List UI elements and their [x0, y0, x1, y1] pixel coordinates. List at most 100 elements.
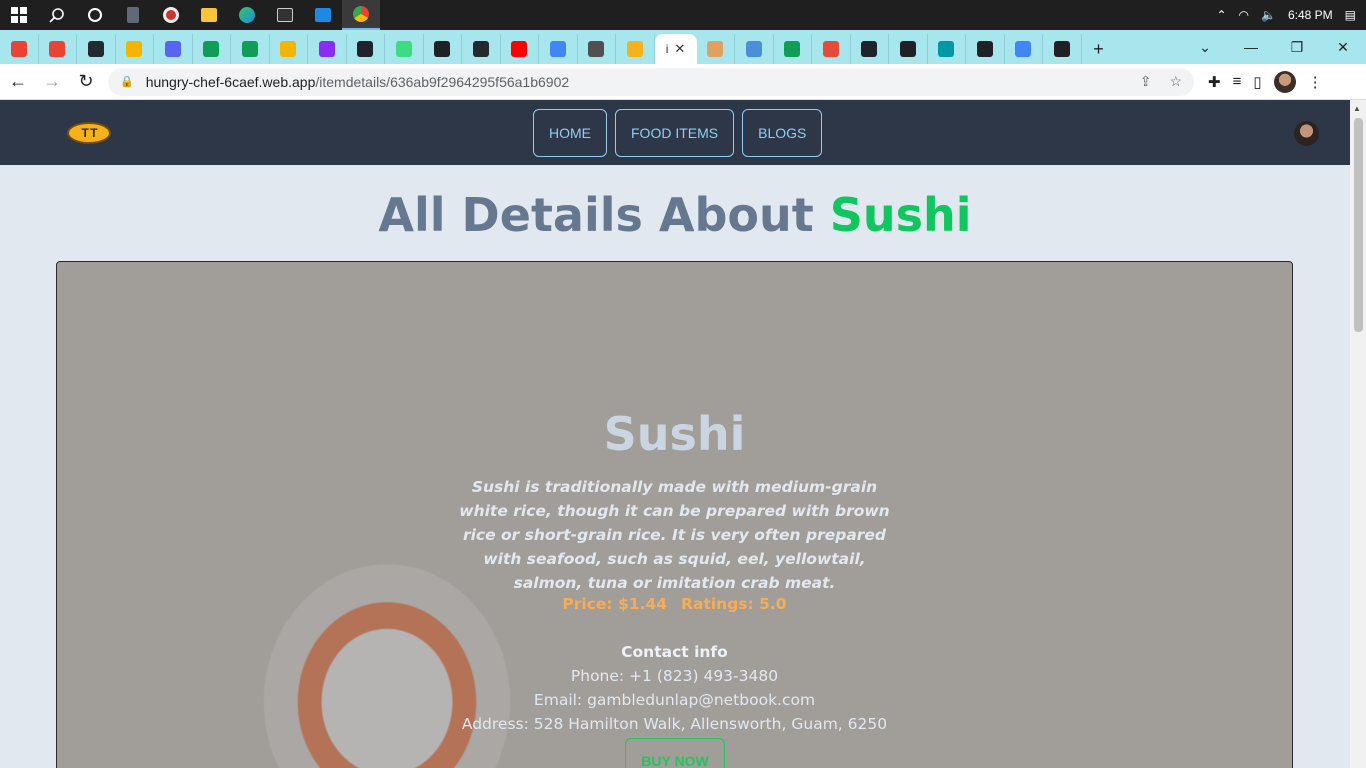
terminal-icon[interactable] — [266, 0, 304, 30]
tab-slides[interactable] — [270, 34, 308, 64]
nav-food-items-link[interactable]: FOOD ITEMS — [615, 109, 735, 157]
tab-dog[interactable] — [697, 34, 735, 64]
browser-toolbar: ← → ↻ 🔒 hungry-chef-6caef.web.app/itemde… — [0, 64, 1366, 100]
tab-google[interactable] — [1005, 34, 1043, 64]
address-bar[interactable]: 🔒 hungry-chef-6caef.web.app/itemdetails/… — [108, 67, 1194, 96]
file-explorer-icon[interactable] — [190, 0, 228, 30]
tab-diamond[interactable] — [928, 34, 966, 64]
notifications-icon[interactable]: ▤ — [1345, 8, 1356, 22]
tab-gmail[interactable] — [39, 34, 77, 64]
tab-chat[interactable] — [385, 34, 424, 64]
tab-flower[interactable] — [616, 34, 655, 64]
profile-avatar[interactable] — [1273, 70, 1296, 93]
tab-github[interactable] — [462, 34, 501, 64]
github-icon — [472, 41, 489, 57]
share-icon[interactable]: ⇪ — [1140, 73, 1152, 90]
mui-icon — [1053, 41, 1070, 57]
cortana-icon[interactable] — [76, 0, 114, 30]
sheets-icon — [203, 41, 220, 57]
page-title: All Details About Sushi — [0, 188, 1350, 242]
url-path: /itemdetails/636ab9f2964295f56a1b6902 — [315, 73, 570, 90]
tab-google[interactable] — [539, 34, 578, 64]
page-title-accent: Sushi — [829, 188, 972, 242]
tab-lwc[interactable] — [735, 34, 774, 64]
user-avatar[interactable] — [1294, 121, 1319, 146]
close-window-button[interactable]: ✕ — [1320, 30, 1366, 64]
close-tab-icon[interactable]: ✕ — [674, 41, 685, 57]
tab-globe[interactable] — [889, 34, 928, 64]
chat-icon — [395, 41, 412, 57]
reload-button[interactable]: ↻ — [70, 66, 102, 98]
back-button[interactable]: ← — [2, 66, 34, 98]
media-player-icon[interactable] — [152, 0, 190, 30]
new-tab-button[interactable]: + — [1082, 34, 1116, 64]
contact-address: Address: 528 Hamilton Walk, Allensworth,… — [461, 715, 888, 733]
reading-list-icon[interactable]: ≡ — [1233, 73, 1242, 90]
tab-sheets[interactable] — [193, 34, 231, 64]
contact-email: Email: gambledunlap@netbook.com — [533, 691, 816, 709]
site-navbar: T T HOME FOOD ITEMS BLOGS — [0, 100, 1350, 165]
tab-react[interactable] — [347, 34, 385, 64]
site-logo[interactable]: T T — [67, 122, 111, 144]
video-icon — [318, 41, 335, 57]
mui-icon — [976, 41, 993, 57]
slides-icon — [280, 41, 297, 57]
volume-icon[interactable]: 🔈 — [1261, 8, 1276, 22]
tab-video[interactable] — [308, 34, 347, 64]
scroll-up-icon[interactable]: ▲ — [1353, 104, 1361, 113]
globe-icon — [434, 41, 451, 57]
tab-academy[interactable] — [578, 34, 616, 64]
item-price: Price: $1.44 — [562, 595, 668, 613]
tab-sheets[interactable] — [231, 34, 270, 64]
flower-icon — [626, 41, 643, 57]
url-domain: hungry-chef-6caef.web.app — [145, 73, 316, 90]
side-panel-icon[interactable]: ▯ — [1253, 73, 1261, 91]
tab-active[interactable]: i ✕ — [654, 34, 697, 64]
page-scrollbar[interactable]: ▲ — [1350, 100, 1366, 768]
lwc-icon — [745, 41, 762, 57]
search-icon[interactable] — [38, 0, 76, 30]
tab-youtube[interactable] — [501, 34, 539, 64]
extensions-icon[interactable]: ✚ — [1208, 73, 1221, 91]
windows-start-icon[interactable] — [0, 0, 38, 30]
tab-slides[interactable] — [116, 34, 154, 64]
tab-discord[interactable] — [154, 34, 193, 64]
calculator-icon[interactable] — [114, 0, 152, 30]
nav-home-link[interactable]: HOME — [533, 109, 607, 157]
tab-strip: i ✕ + ⌄ — ❐ ✕ — [0, 30, 1366, 64]
tab-search-icon[interactable]: ⌄ — [1182, 30, 1228, 64]
menu-icon[interactable]: ⋮ — [1308, 73, 1323, 91]
restore-button[interactable]: ❐ — [1274, 30, 1320, 64]
nav-links: HOME FOOD ITEMS BLOGS — [533, 109, 823, 157]
tab-github[interactable] — [77, 34, 116, 64]
price-ratings-row: Price: $1.44 Ratings: 5.0 — [57, 595, 1292, 613]
react-icon — [861, 41, 878, 57]
tab-mui[interactable] — [1043, 34, 1082, 64]
bookmark-star-icon[interactable]: ☆ — [1169, 73, 1182, 90]
minimize-button[interactable]: — — [1228, 30, 1274, 64]
tab-react[interactable] — [851, 34, 889, 64]
contact-phone: Phone: +1 (823) 493-3480 — [570, 667, 779, 685]
arrow-icon — [822, 41, 839, 57]
tab-globe[interactable] — [424, 34, 462, 64]
tab-arrow[interactable] — [812, 34, 851, 64]
scrollbar-thumb[interactable] — [1354, 118, 1363, 332]
google-icon — [549, 41, 566, 57]
item-title: Sushi — [603, 407, 746, 461]
edge-icon[interactable] — [228, 0, 266, 30]
tab-mui[interactable] — [966, 34, 1005, 64]
lock-icon[interactable]: 🔒 — [120, 75, 134, 88]
clock[interactable]: 6:48 PM — [1288, 8, 1333, 22]
chrome-icon[interactable] — [342, 0, 380, 30]
github-icon — [87, 41, 104, 57]
windows-taskbar: ⌃ ◠ 🔈 6:48 PM ▤ — [0, 0, 1366, 30]
nav-blogs-link[interactable]: BLOGS — [742, 109, 823, 157]
tab-gmail[interactable] — [0, 34, 39, 64]
chevron-up-icon[interactable]: ⌃ — [1216, 8, 1226, 22]
wifi-icon[interactable]: ◠ — [1239, 8, 1249, 22]
tab-drive[interactable] — [774, 34, 812, 64]
gmail-icon — [49, 41, 66, 57]
buy-now-button[interactable]: BUY NOW — [625, 738, 725, 768]
forward-button[interactable]: → — [36, 66, 68, 98]
vscode-icon[interactable] — [304, 0, 342, 30]
